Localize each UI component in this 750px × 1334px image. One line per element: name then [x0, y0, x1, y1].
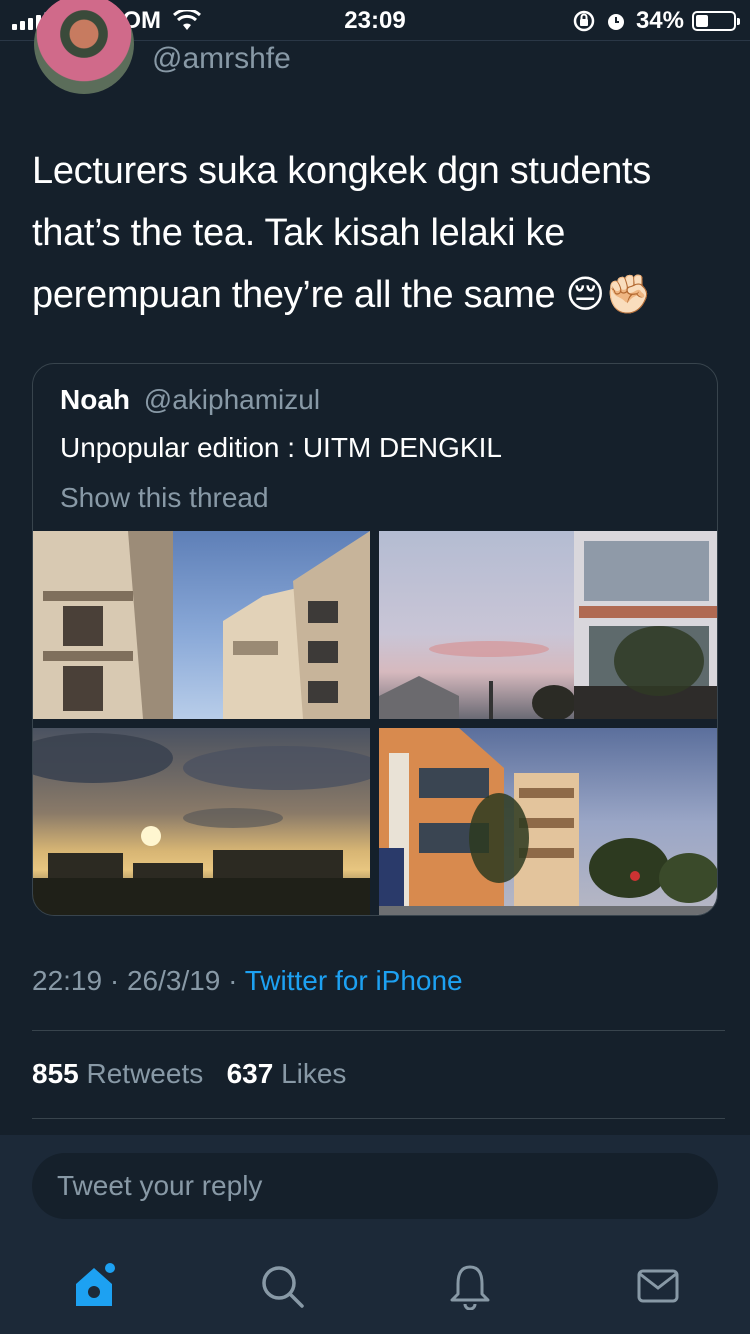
tweet-timestamp: 22:19 · 26/3/19 ·	[32, 965, 245, 996]
quote-author-name: Noah	[60, 384, 130, 415]
tab-bar	[0, 1250, 750, 1334]
messages-icon[interactable]	[634, 1262, 682, 1310]
battery-percent: 34%	[635, 7, 684, 34]
tweet-meta: 22:19 · 26/3/19 · Twitter for iPhone	[32, 965, 463, 997]
photo-1[interactable]	[33, 531, 370, 719]
like-count: 637	[226, 1058, 274, 1089]
quoted-tweet-card[interactable]: Noah @akiphamizul Unpopular edition : UI…	[32, 363, 718, 916]
quote-header: Noah @akiphamizul	[60, 384, 320, 416]
alarm-icon	[607, 14, 624, 30]
notifications-icon[interactable]	[446, 1262, 494, 1310]
divider	[32, 1118, 725, 1119]
rotation-lock-icon	[573, 10, 595, 32]
search-icon[interactable]	[258, 1262, 306, 1310]
photo-2[interactable]	[379, 531, 717, 719]
likes-label: Likes	[281, 1058, 347, 1089]
quote-text: Unpopular edition : UITM DENGKIL	[60, 432, 502, 463]
photo-3[interactable]	[33, 728, 370, 915]
battery-icon	[692, 11, 740, 31]
home-icon[interactable]	[70, 1262, 118, 1310]
likes-stat[interactable]: 637 Likes	[227, 1058, 347, 1089]
status-right: 34%	[572, 7, 740, 35]
quote-author-handle: @akiphamizul	[143, 384, 321, 415]
tweet-stats: 855 Retweets 637 Likes	[32, 1058, 346, 1090]
divider	[32, 1030, 725, 1031]
photo-4[interactable]	[379, 728, 717, 915]
retweets-stat[interactable]: 855 Retweets	[32, 1058, 203, 1089]
author-handle[interactable]: @amrshfe	[152, 42, 291, 76]
tweet-text: Lecturers suka kongkek dgn students that…	[32, 150, 652, 316]
avatar[interactable]	[34, 0, 134, 94]
retweet-count: 855	[32, 1058, 79, 1089]
retweets-label: Retweets	[86, 1058, 204, 1089]
show-thread-link[interactable]: Show this thread	[60, 482, 269, 514]
tweet-source-link[interactable]: Twitter for iPhone	[245, 965, 463, 996]
reply-input[interactable]: Tweet your reply	[32, 1153, 718, 1219]
